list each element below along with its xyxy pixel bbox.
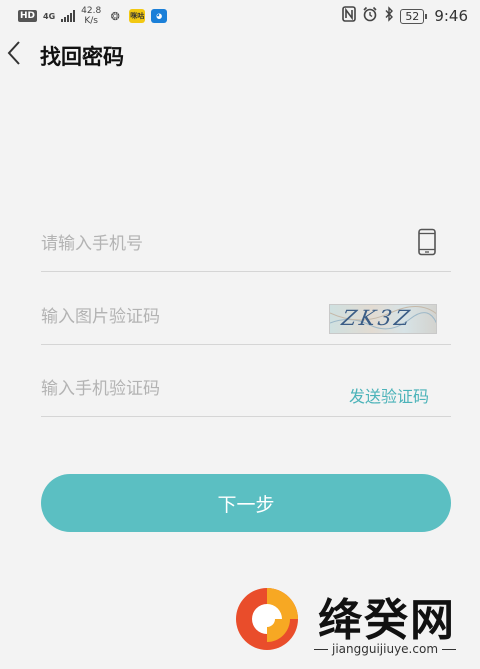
next-step-button[interactable]: 下一步 — [41, 474, 451, 532]
captcha-input[interactable] — [41, 297, 321, 337]
phone-field-row — [41, 216, 451, 272]
clock: 9:46 — [434, 7, 468, 25]
captcha-image[interactable]: ZK3Z — [329, 304, 437, 334]
send-code-button[interactable]: 发送验证码 — [349, 383, 429, 407]
watermark-url: jiangguijiuye.com — [310, 642, 460, 656]
back-arrow-icon[interactable] — [2, 38, 28, 68]
sms-field-row: 发送验证码 — [41, 361, 451, 417]
alarm-icon — [362, 6, 378, 26]
status-left: HD 4G 42.8 K/s ❂ 咪咕 ◕ — [18, 4, 168, 28]
watermark-name: 绛癸网 — [318, 595, 456, 646]
status-right: 52 9:46 — [342, 4, 468, 28]
watermark-logo-icon — [232, 582, 302, 652]
captcha-field-row: ZK3Z — [41, 289, 451, 345]
network-type: 4G — [43, 11, 56, 21]
speed-value: 42.8 — [81, 6, 102, 16]
wechat-icon: ❂ — [110, 9, 120, 23]
header: 找回密码 — [0, 32, 480, 80]
phone-input[interactable] — [41, 224, 321, 264]
hd-badge: HD — [18, 10, 38, 22]
battery-level: 52 — [400, 8, 428, 24]
bluetooth-icon — [384, 6, 394, 26]
speed-unit: K/s — [84, 16, 98, 26]
nfc-icon — [342, 6, 357, 26]
watermark: 绛癸网 jiangguijiuye.com — [230, 580, 480, 669]
network-speed: 42.8 K/s — [81, 6, 101, 26]
migu-app-icon: 咪咕 — [129, 9, 146, 23]
sms-code-input[interactable] — [41, 369, 321, 409]
signal-icon — [61, 10, 76, 22]
captcha-text: ZK3Z — [339, 306, 415, 330]
page-title: 找回密码 — [40, 45, 124, 69]
status-bar: HD 4G 42.8 K/s ❂ 咪咕 ◕ 52 9:46 — [0, 0, 480, 32]
mobile-phone-icon — [417, 228, 437, 256]
blue-app-icon: ◕ — [151, 9, 168, 23]
